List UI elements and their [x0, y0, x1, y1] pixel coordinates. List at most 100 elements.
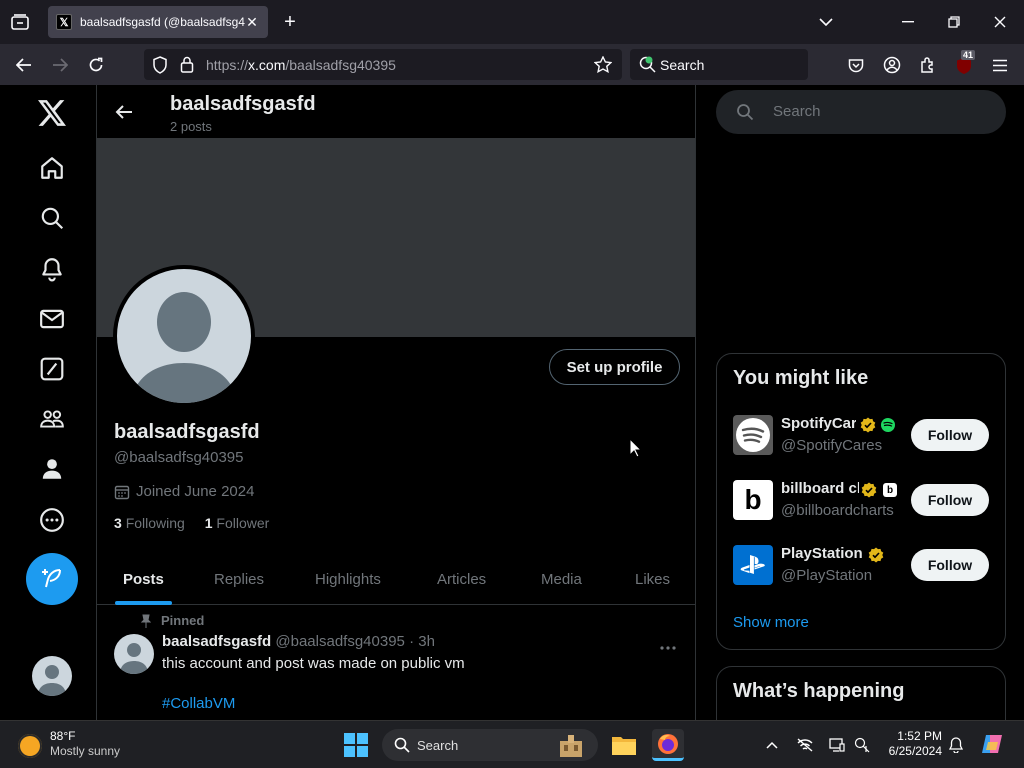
- weather-widget[interactable]: 88°F Mostly sunny: [18, 729, 120, 759]
- bookmark-star-icon[interactable]: [593, 55, 613, 78]
- search-placeholder: Search: [773, 103, 821, 120]
- more-circle-icon[interactable]: [26, 498, 78, 542]
- playstation-avatar[interactable]: [733, 545, 773, 585]
- tweet-author-name[interactable]: baalsadfsgasfd: [162, 633, 271, 650]
- tab-list-icon[interactable]: [8, 11, 32, 33]
- search-icon: [394, 737, 410, 758]
- display-icon[interactable]: [827, 735, 847, 755]
- addon-badge: 41: [961, 50, 976, 60]
- profile-tabs: Posts Replies Highlights Articles Media …: [97, 553, 695, 605]
- browser-tab-bar: 𝕏 baalsadfsgasfd (@baalsadfsg40395) / X …: [0, 0, 1024, 44]
- clock-date: 6/25/2024: [888, 744, 942, 758]
- tab-posts[interactable]: Posts: [115, 553, 172, 605]
- lock-icon[interactable]: [180, 56, 194, 78]
- browser-tab-active[interactable]: 𝕏 baalsadfsgasfd (@baalsadfsg40395) / X …: [48, 6, 268, 38]
- firefox-taskbar-icon[interactable]: [652, 729, 684, 761]
- show-more-link[interactable]: Show more: [733, 614, 809, 631]
- follow-button[interactable]: Follow: [911, 549, 989, 581]
- suggestion-name[interactable]: SpotifyCares: [781, 415, 856, 432]
- language-settings-icon[interactable]: [852, 735, 872, 755]
- tweet-time[interactable]: 3h: [418, 633, 435, 650]
- weather-temperature: 88°F: [50, 729, 76, 743]
- following-label: Following: [125, 515, 185, 531]
- new-tab-button[interactable]: +: [280, 12, 300, 32]
- browser-search-bar[interactable]: Search: [630, 49, 808, 80]
- suggestion-item[interactable]: SpotifyCares @SpotifyCares Follow: [733, 415, 993, 463]
- system-clock[interactable]: 1:52 PM 6/25/2024: [880, 729, 942, 759]
- whats-happening-title: What’s happening: [733, 680, 905, 702]
- pinned-tweet[interactable]: Pinned baalsadfsgasfd @baalsadfsg40395 ·…: [97, 606, 695, 720]
- follow-counts: 3 Following 1 Follower: [114, 515, 269, 531]
- url-host: x.com: [248, 57, 286, 73]
- shield-icon[interactable]: [152, 56, 168, 79]
- followers-link[interactable]: 1 Follower: [205, 515, 270, 531]
- compose-post-button[interactable]: [26, 553, 78, 605]
- profile-handle: @baalsadfsg40395: [114, 449, 244, 466]
- extensions-puzzle-icon[interactable]: [915, 52, 941, 78]
- weather-condition: Mostly sunny: [50, 744, 121, 758]
- profile-person-icon[interactable]: [26, 447, 78, 491]
- tweet-avatar[interactable]: [114, 634, 154, 674]
- suggestion-handle: @billboardcharts: [781, 502, 894, 519]
- restore-button[interactable]: [942, 10, 966, 34]
- more-dots-icon[interactable]: [660, 634, 676, 655]
- chevron-down-icon[interactable]: [816, 12, 836, 32]
- url-bar[interactable]: https://x.com/baalsadfsg40395: [144, 49, 622, 80]
- tab-close-icon[interactable]: ✕: [244, 14, 260, 30]
- forward-arrow-icon[interactable]: [47, 52, 73, 78]
- tab-likes[interactable]: Likes: [635, 553, 670, 605]
- copilot-icon[interactable]: [980, 732, 1004, 756]
- reload-icon[interactable]: [83, 52, 109, 78]
- tab-media[interactable]: Media: [541, 553, 582, 605]
- browser-nav-bar: https://x.com/baalsadfsg40395 Search 41: [0, 44, 1024, 85]
- tweet-separator: ·: [409, 633, 415, 650]
- hamburger-menu-icon[interactable]: [987, 52, 1013, 78]
- tweet-author-handle[interactable]: @baalsadfsg40395: [275, 633, 405, 650]
- back-arrow-icon[interactable]: [113, 101, 135, 123]
- close-window-button[interactable]: [988, 10, 1012, 34]
- file-explorer-icon[interactable]: [608, 729, 640, 761]
- feather-plus-icon: [42, 569, 61, 588]
- communities-icon[interactable]: [26, 397, 78, 441]
- billboard-avatar[interactable]: b: [733, 480, 773, 520]
- pinned-indicator: Pinned: [141, 613, 204, 628]
- windows-start-icon[interactable]: [344, 733, 368, 757]
- set-up-profile-button[interactable]: Set up profile: [549, 349, 680, 385]
- back-arrow-icon[interactable]: [11, 52, 37, 78]
- suggestion-name[interactable]: billboard charts: [781, 480, 859, 497]
- pocket-icon[interactable]: [843, 52, 869, 78]
- ublock-addon-icon[interactable]: 41: [951, 50, 977, 78]
- explore-search-icon[interactable]: [26, 196, 78, 240]
- grok-icon[interactable]: [26, 347, 78, 391]
- search-highlight-icon: [556, 733, 586, 757]
- taskbar-search[interactable]: Search: [382, 729, 598, 761]
- follow-button[interactable]: Follow: [911, 484, 989, 516]
- tweet-hashtag[interactable]: #CollabVM: [162, 695, 235, 712]
- account-icon[interactable]: [879, 52, 905, 78]
- tab-highlights[interactable]: Highlights: [315, 553, 381, 605]
- verified-badge-icon: [861, 482, 877, 498]
- home-icon[interactable]: [26, 146, 78, 190]
- tab-articles[interactable]: Articles: [437, 553, 486, 605]
- suggestion-item[interactable]: PlayStation @PlayStation Follow: [733, 545, 993, 593]
- url-text[interactable]: https://x.com/baalsadfsg40395: [206, 57, 396, 73]
- account-avatar[interactable]: [32, 656, 72, 696]
- network-off-icon[interactable]: [795, 735, 815, 755]
- profile-header: baalsadfsgasfd 2 posts: [97, 85, 695, 138]
- x-search-input[interactable]: Search: [716, 90, 1006, 134]
- spotifycares-avatar[interactable]: [733, 415, 773, 455]
- follow-button[interactable]: Follow: [911, 419, 989, 451]
- url-path: /baalsadfsg40395: [285, 57, 396, 73]
- who-to-follow-title: You might like: [733, 367, 869, 389]
- messages-envelope-icon[interactable]: [26, 297, 78, 341]
- chevron-up-icon[interactable]: [762, 735, 782, 755]
- tab-replies[interactable]: Replies: [214, 553, 264, 605]
- notification-bell-icon[interactable]: [946, 735, 966, 755]
- header-post-count: 2 posts: [170, 119, 212, 134]
- minimize-button[interactable]: [896, 10, 920, 34]
- suggestion-item[interactable]: b billboard charts b @billboardcharts Fo…: [733, 480, 993, 528]
- following-link[interactable]: 3 Following: [114, 515, 185, 531]
- profile-avatar[interactable]: [113, 265, 255, 407]
- notifications-bell-icon[interactable]: [26, 247, 78, 291]
- x-logo-icon[interactable]: [26, 91, 78, 135]
